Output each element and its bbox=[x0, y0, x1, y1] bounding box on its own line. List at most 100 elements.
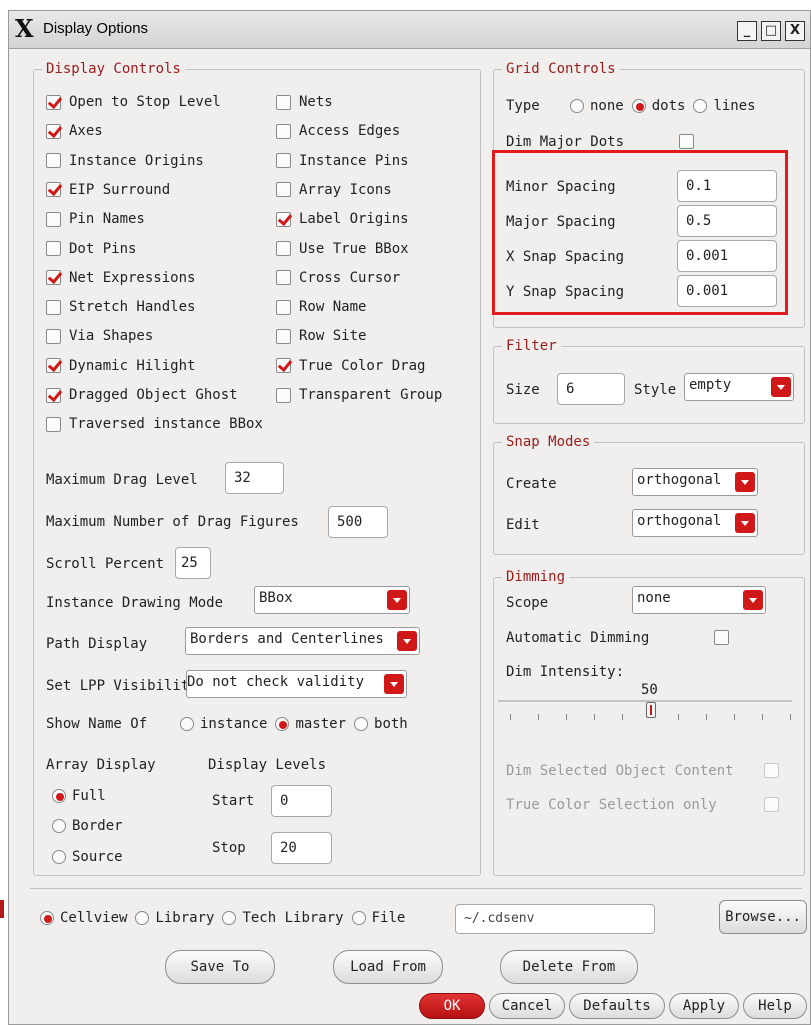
minimize-button[interactable]: _ bbox=[737, 21, 757, 41]
checkbox-via-shapes[interactable]: Via Shapes bbox=[46, 326, 153, 346]
checkbox-box[interactable] bbox=[46, 211, 61, 227]
checkbox-box[interactable] bbox=[276, 182, 291, 198]
show-name-both-option[interactable]: both bbox=[354, 716, 408, 732]
checkbox-pin-names[interactable]: Pin Names bbox=[46, 209, 145, 229]
delete-from-button[interactable]: Delete From bbox=[500, 950, 638, 984]
lpp-visibility-select[interactable]: Do not check validity bbox=[186, 670, 407, 698]
checkbox-box[interactable] bbox=[276, 153, 291, 169]
grid-type-dots-option[interactable]: dots bbox=[631, 98, 685, 114]
title-bar[interactable]: X Display Options _ □ X bbox=[9, 11, 810, 49]
radio-cellview[interactable] bbox=[40, 911, 54, 925]
filter-size-field[interactable]: 6 bbox=[557, 373, 625, 405]
checkbox-eip-surround[interactable]: EIP Surround bbox=[46, 180, 170, 200]
dim-intensity-slider-track[interactable] bbox=[498, 700, 792, 702]
source-cellview-option[interactable]: Cellview bbox=[40, 910, 127, 926]
radio-source[interactable] bbox=[52, 850, 66, 864]
checkbox-box[interactable] bbox=[276, 94, 291, 110]
snap-edit-select[interactable]: orthogonal bbox=[632, 509, 758, 537]
ok-button[interactable]: OK bbox=[419, 993, 485, 1019]
checkbox-stretch-handles[interactable]: Stretch Handles bbox=[46, 297, 195, 317]
checkbox-box[interactable] bbox=[46, 328, 61, 344]
checkbox-box[interactable] bbox=[46, 153, 61, 169]
array-border-option[interactable]: Border bbox=[52, 815, 123, 837]
show-name-master-option[interactable]: master bbox=[275, 716, 346, 732]
array-full-option[interactable]: Full bbox=[52, 785, 106, 807]
load-from-button[interactable]: Load From bbox=[333, 950, 443, 984]
grid-type-none-option[interactable]: none bbox=[570, 98, 624, 114]
filter-style-select[interactable]: empty bbox=[684, 373, 794, 401]
radio-file[interactable] bbox=[351, 911, 366, 925]
instance-drawing-mode-select[interactable]: BBox bbox=[254, 586, 410, 614]
checkbox-cross-cursor[interactable]: Cross Cursor bbox=[276, 268, 400, 288]
show-name-instance-option[interactable]: instance bbox=[180, 716, 267, 732]
checkbox-row-site[interactable]: Row Site bbox=[276, 326, 366, 346]
source-file-option[interactable]: File bbox=[351, 910, 405, 926]
radio-both[interactable] bbox=[354, 717, 369, 731]
path-display-select[interactable]: Borders and Centerlines bbox=[185, 627, 420, 655]
checkbox-dot-pins[interactable]: Dot Pins bbox=[46, 239, 136, 259]
checkbox-box[interactable] bbox=[46, 123, 61, 139]
true-color-selection-checkbox[interactable] bbox=[764, 794, 787, 814]
checkbox-access-edges[interactable]: Access Edges bbox=[276, 121, 400, 141]
radio-library[interactable] bbox=[135, 911, 150, 925]
radio-instance[interactable] bbox=[180, 717, 194, 731]
checkbox-dragged-object-ghost[interactable]: Dragged Object Ghost bbox=[46, 385, 238, 405]
checkbox-dynamic-hilight[interactable]: Dynamic Hilight bbox=[46, 356, 195, 376]
scroll-percent-field[interactable]: 25 bbox=[175, 547, 211, 579]
checkbox-box[interactable] bbox=[276, 299, 291, 315]
checkbox-box[interactable] bbox=[46, 358, 61, 374]
checkbox-traversed-instance-bbox[interactable]: Traversed instance BBox bbox=[46, 414, 263, 434]
checkbox-nets[interactable]: Nets bbox=[276, 92, 333, 112]
dim-intensity-slider-thumb[interactable] bbox=[646, 702, 656, 718]
radio-dots[interactable] bbox=[631, 99, 646, 113]
source-library-option[interactable]: Library bbox=[135, 910, 214, 926]
checkbox-row-name[interactable]: Row Name bbox=[276, 297, 366, 317]
checkbox-box[interactable] bbox=[679, 133, 694, 149]
snap-create-select[interactable]: orthogonal bbox=[632, 468, 758, 496]
max-drag-level-field[interactable]: 32 bbox=[225, 462, 284, 494]
checkbox-box[interactable] bbox=[276, 358, 291, 374]
checkbox-label-origins[interactable]: Label Origins bbox=[276, 209, 409, 229]
checkbox-box[interactable] bbox=[276, 387, 291, 403]
grid-type-lines-option[interactable]: lines bbox=[693, 98, 756, 114]
checkbox-box[interactable] bbox=[46, 270, 61, 286]
radio-border[interactable] bbox=[52, 819, 66, 833]
checkbox-axes[interactable]: Axes bbox=[46, 121, 103, 141]
checkbox-box[interactable] bbox=[276, 328, 291, 344]
checkbox-true-color-drag[interactable]: True Color Drag bbox=[276, 356, 425, 376]
max-drag-figures-field[interactable]: 500 bbox=[328, 506, 388, 538]
file-path-field[interactable]: ~/.cdsenv bbox=[455, 904, 655, 934]
checkbox-box[interactable] bbox=[276, 241, 291, 256]
close-button[interactable]: X bbox=[785, 21, 805, 41]
browse-button[interactable]: Browse... bbox=[719, 900, 807, 934]
maximize-button[interactable]: □ bbox=[761, 21, 781, 41]
checkbox-box[interactable] bbox=[764, 796, 779, 812]
dim-selected-checkbox[interactable] bbox=[764, 760, 787, 780]
start-level-field[interactable]: 0 bbox=[271, 785, 332, 817]
checkbox-open-to-stop-level[interactable]: Open to Stop Level bbox=[46, 92, 221, 112]
source-techlibrary-option[interactable]: Tech Library bbox=[222, 910, 344, 926]
checkbox-array-icons[interactable]: Array Icons bbox=[276, 180, 392, 200]
radio-lines[interactable] bbox=[693, 99, 708, 113]
defaults-button[interactable]: Defaults bbox=[569, 993, 665, 1019]
radio-master[interactable] bbox=[275, 717, 290, 731]
checkbox-box[interactable] bbox=[764, 762, 779, 778]
checkbox-use-true-bbox[interactable]: Use True BBox bbox=[276, 239, 409, 259]
checkbox-instance-pins[interactable]: Instance Pins bbox=[276, 151, 409, 171]
checkbox-box[interactable] bbox=[714, 629, 729, 645]
checkbox-instance-origins[interactable]: Instance Origins bbox=[46, 151, 204, 171]
help-button[interactable]: Help bbox=[743, 993, 807, 1019]
checkbox-box[interactable] bbox=[46, 387, 61, 403]
checkbox-transparent-group[interactable]: Transparent Group bbox=[276, 385, 442, 405]
checkbox-box[interactable] bbox=[276, 211, 291, 227]
dim-major-dots-checkbox[interactable] bbox=[679, 131, 702, 151]
checkbox-box[interactable] bbox=[276, 123, 291, 139]
checkbox-box[interactable] bbox=[276, 270, 291, 286]
checkbox-box[interactable] bbox=[46, 94, 61, 110]
cancel-button[interactable]: Cancel bbox=[489, 993, 565, 1019]
radio-none[interactable] bbox=[570, 99, 584, 113]
radio-full[interactable] bbox=[52, 789, 66, 803]
save-to-button[interactable]: Save To bbox=[165, 950, 275, 984]
checkbox-box[interactable] bbox=[46, 241, 61, 256]
array-source-option[interactable]: Source bbox=[52, 846, 123, 868]
